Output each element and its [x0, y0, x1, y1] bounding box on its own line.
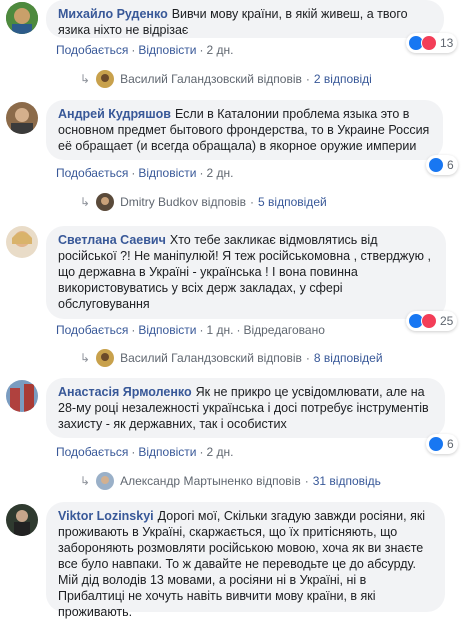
comment-time[interactable]: 2 дн. — [206, 166, 233, 180]
reply-arrow-icon: ↳ — [80, 72, 91, 86]
love-reaction-icon — [421, 313, 437, 329]
avatar[interactable] — [6, 380, 38, 412]
reaction-count: 6 — [447, 437, 454, 451]
reply-avatar — [96, 70, 115, 88]
reply-author: Dmitry Budkov відповів — [120, 195, 247, 209]
reply-link[interactable]: Відповісти — [138, 445, 196, 459]
like-link[interactable]: Подобається — [56, 166, 128, 180]
comment-author[interactable]: Анастасія Ярмоленко — [58, 385, 192, 399]
edited-label[interactable]: Відредаговано — [243, 323, 324, 337]
comment-time[interactable]: 2 дн. — [206, 445, 233, 459]
like-link[interactable]: Подобається — [56, 43, 128, 57]
reply-link[interactable]: Відповісти — [138, 323, 196, 337]
reply-count[interactable]: 5 відповідей — [258, 195, 327, 209]
reply-author: Василий Галандзовский відповів — [120, 351, 302, 365]
like-reaction-icon — [428, 157, 444, 173]
like-link[interactable]: Подобається — [56, 445, 128, 459]
comment-actions: Подобається · Відповісти · 2 дн. — [56, 43, 234, 57]
comment-author[interactable]: Михайло Руденко — [58, 7, 168, 21]
reply-link[interactable]: Відповісти — [138, 43, 196, 57]
reply-count[interactable]: 8 відповідей — [314, 351, 383, 365]
reactions-badge[interactable]: 6 — [426, 155, 458, 175]
reply-author: Александр Мартыненко відповів — [120, 474, 301, 488]
reply-arrow-icon: ↳ — [80, 351, 91, 365]
love-reaction-icon — [421, 35, 437, 51]
comment-bubble: Светлана Саевич Хто тебе закликає відмовл… — [46, 226, 446, 319]
avatar[interactable] — [6, 504, 38, 536]
reply-arrow-icon: ↳ — [80, 474, 91, 488]
comment-time[interactable]: 2 дн. — [206, 43, 233, 57]
like-reaction-icon — [428, 436, 444, 452]
reactions-badge[interactable]: 6 — [426, 434, 458, 454]
reply-author: Василий Галандзовский відповів — [120, 72, 302, 86]
comment-bubble: Михайло Руденко Вивчи мову країни, в якій… — [46, 0, 444, 38]
reply-avatar — [96, 349, 115, 367]
replies-summary[interactable]: ↳ Василий Галандзовский відповів · 8 відпо… — [80, 349, 383, 367]
reply-count[interactable]: 2 відповіді — [314, 72, 372, 86]
reaction-count: 25 — [440, 314, 454, 328]
avatar[interactable] — [6, 2, 38, 34]
comment-actions: Подобається · Відповісти · 2 дн. — [56, 445, 234, 459]
comment-text: Дорогі мої, Скільки згадую завжди росіян… — [58, 509, 426, 619]
like-link[interactable]: Подобається — [56, 323, 128, 337]
comment-time[interactable]: 1 дн. — [206, 323, 233, 337]
comment-bubble: Анастасія Ярмоленко Як не прикро це усвід… — [46, 378, 445, 438]
comment-author[interactable]: Андрей Кудряшов — [58, 107, 171, 121]
comment-bubble: Viktor Lozinskyi Дорогі мої, Скільки згад… — [46, 502, 445, 619]
comment-author[interactable]: Viktor Lozinskyi — [58, 509, 154, 523]
comment-actions: Подобається · Відповісти · 1 дн. · Відредагова… — [56, 323, 325, 337]
replies-summary[interactable]: ↳ Александр Мартыненко відповів · 31 відпо… — [80, 472, 381, 490]
avatar[interactable] — [6, 226, 38, 258]
avatar[interactable] — [6, 102, 38, 134]
reactions-badge[interactable]: 13 — [406, 33, 458, 53]
reply-link[interactable]: Відповісти — [138, 166, 196, 180]
comment-bubble: Андрей Кудряшов Если в Каталонии проблема… — [46, 100, 443, 160]
reaction-count: 6 — [447, 158, 454, 172]
replies-summary[interactable]: ↳ Dmitry Budkov відповів · 5 відповідей — [80, 193, 327, 211]
reply-arrow-icon: ↳ — [80, 195, 91, 209]
reply-count[interactable]: 31 відповідь — [313, 474, 381, 488]
reaction-count: 13 — [440, 36, 454, 50]
replies-summary[interactable]: ↳ Василий Галандзовский відповів · 2 відпо… — [80, 70, 372, 88]
reply-avatar — [96, 472, 115, 490]
comment-actions: Подобається · Відповісти · 2 дн. — [56, 166, 234, 180]
reply-avatar — [96, 193, 115, 211]
reactions-badge[interactable]: 25 — [406, 311, 458, 331]
comment-author[interactable]: Светлана Саевич — [58, 233, 166, 247]
